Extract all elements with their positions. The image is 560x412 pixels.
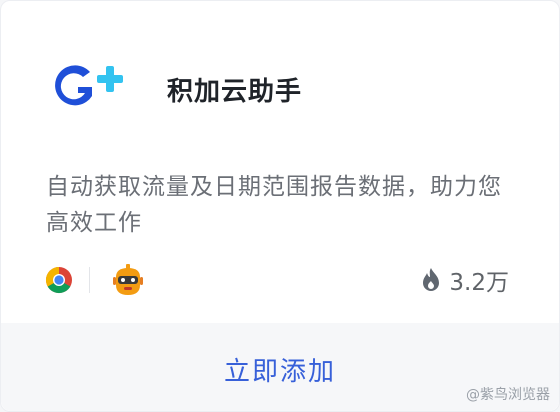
divider [89, 267, 90, 293]
flame-icon [423, 268, 440, 291]
extension-card[interactable]: 积加云助手 自动获取流量及日期范围报告数据，助力您高效工作 3.2万 立即添加 [0, 0, 560, 412]
user-count: 3.2万 [421, 263, 509, 297]
watermark: @紫鸟浏览器 [466, 387, 550, 403]
g-plus-logo-icon [55, 65, 123, 106]
robot-browser-icon [113, 264, 143, 295]
app-description: 自动获取流量及日期范围报告数据，助力您高效工作 [46, 174, 502, 236]
user-count-value: 3.2万 [449, 270, 509, 296]
supported-browsers [45, 263, 144, 297]
chrome-icon [45, 266, 72, 294]
app-title: 积加云助手 [167, 77, 303, 107]
add-button[interactable]: 立即添加 [1, 351, 559, 388]
